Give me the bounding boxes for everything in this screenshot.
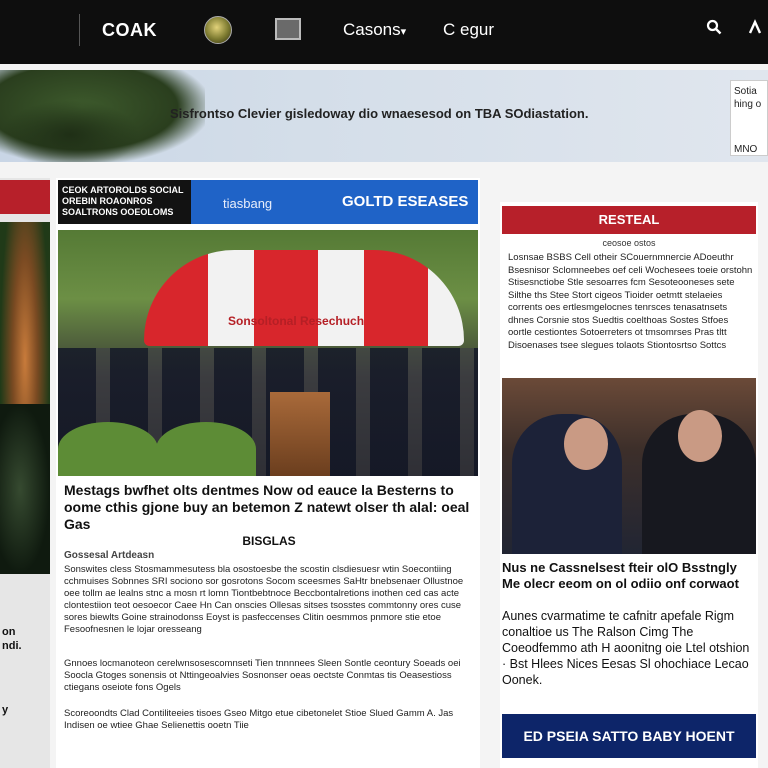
article-headline[interactable]: Mestags bwfhet olts dentmes Now od eauce… — [64, 482, 474, 550]
article-paragraph: Sonswites cless Stosmammesutess bla osos… — [64, 564, 464, 635]
top-banner-ad[interactable]: Sisfrontso Clevier gisledoway dio wnaese… — [0, 70, 768, 162]
search-icon[interactable] — [703, 18, 725, 40]
hero-hedge — [156, 422, 256, 476]
left-rail: on ndi. y — [0, 178, 50, 768]
hero-image[interactable]: Sonsoltonal Resechuch — [58, 230, 478, 476]
sidebar-headline[interactable]: Nus ne Cassnelsest fteir olO Bsstngly Me… — [502, 560, 758, 592]
section-title: GOLTD ESEASES — [342, 193, 469, 210]
banner-box-line: Sotia — [734, 86, 757, 97]
sidebar-section-sub: ceosoe ostos — [602, 238, 656, 248]
emblem-icon[interactable] — [204, 16, 232, 44]
article-section-header[interactable]: CEOK ARTOROLDS SOCIAL OREBIN ROAONROS SO… — [58, 180, 478, 224]
site-logo[interactable]: COAK — [102, 20, 157, 41]
section-label: CEOK ARTOROLDS SOCIAL OREBIN ROAONROS SO… — [58, 180, 191, 224]
badge-icon[interactable] — [275, 18, 301, 40]
section-sub-label: tiasbang — [223, 196, 273, 211]
nav-divider — [79, 14, 80, 46]
banner-text: Sisfrontso Clevier gisledoway dio wnaese… — [170, 106, 589, 121]
rail-text: on — [2, 626, 16, 638]
main-article: CEOK ARTOROLDS SOCIAL OREBIN ROAONROS SO… — [56, 178, 480, 768]
nav-link-cegur[interactable]: C egur — [443, 20, 494, 40]
hero-podium — [270, 392, 330, 476]
sidebar-summary: Aunes cvarmatime te cafnitr apefale Rigm… — [502, 609, 750, 687]
right-column: RESTEAL ceosoe ostos Losnsae BSBS Cell o… — [500, 202, 758, 768]
chevron-down-icon: ▾ — [400, 26, 407, 38]
hero-hedge — [58, 422, 158, 476]
nav-link-casons[interactable]: Casons▾ — [343, 20, 406, 40]
banner-side-box[interactable]: Sotia hing o MNO — [730, 80, 768, 156]
umbrella-text: Sonsoltonal Resechuch — [228, 314, 365, 328]
rail-red-block[interactable] — [0, 180, 50, 214]
user-icon[interactable] — [744, 18, 766, 40]
headline-text: Mestags bwfhet olts dentmes Now od eauce… — [64, 482, 470, 532]
rail-text: y — [2, 704, 9, 716]
banner-trees-shadow — [0, 100, 140, 162]
headline-tag: BISGLAS — [242, 534, 296, 548]
rail-thumbnail-image[interactable] — [0, 404, 50, 574]
sidebar-photo[interactable] — [502, 378, 756, 554]
sidebar-promo-banner[interactable]: ED PSEIA SATTO BABY HOENT — [502, 714, 756, 758]
sidebar-body-text: Losnsae BSBS Cell otheir SCouernmnercie … — [508, 252, 753, 351]
article-byline: Gossesal Artdeasn — [64, 550, 155, 561]
article-paragraph: Scoreoondts Clad Contiliteeies tisoes Gs… — [64, 708, 454, 731]
sidebar-section-header[interactable]: RESTEAL — [502, 206, 756, 234]
nav-link-label: Casons — [343, 20, 401, 39]
photo-head — [678, 410, 722, 462]
article-paragraph: Gnnoes locmanoteon cerelwnsosescomnseti … — [64, 658, 461, 693]
rail-text: ndi. — [2, 640, 22, 652]
photo-head — [564, 418, 608, 470]
hero-umbrella — [144, 250, 464, 346]
banner-box-line: MNO — [734, 144, 758, 155]
top-navigation-bar: COAK Casons▾ C egur — [0, 0, 768, 64]
banner-box-line: hing o — [734, 99, 762, 110]
